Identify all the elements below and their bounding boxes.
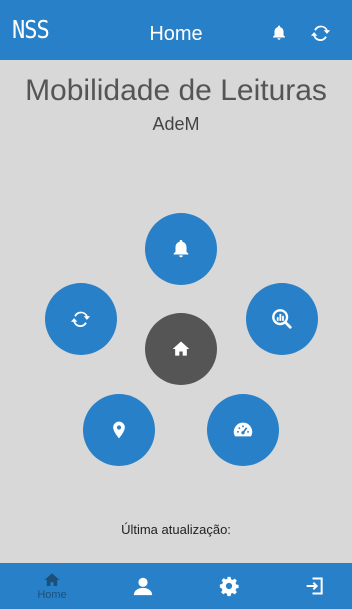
top-app-bar: NSS Home	[0, 0, 352, 60]
app-title: Mobilidade de Leituras	[25, 74, 327, 107]
meter-button[interactable]	[207, 394, 279, 466]
app-screen: NSS Home Mobilidade de Leituras AdeM Últ…	[0, 0, 352, 609]
speedometer-icon	[231, 419, 255, 441]
home-icon	[171, 339, 191, 359]
page-title: Home	[149, 23, 203, 45]
last-update-label: Última atualização:	[121, 522, 231, 537]
sync-button[interactable]	[45, 283, 117, 355]
location-button[interactable]	[83, 394, 155, 466]
bell-icon	[170, 238, 192, 260]
gear-icon	[218, 575, 240, 597]
logout-icon	[305, 576, 325, 596]
magnifier-chart-icon	[271, 308, 293, 330]
user-icon	[132, 575, 154, 597]
notifications-button[interactable]	[145, 213, 217, 285]
nav-settings[interactable]	[199, 563, 259, 609]
map-pin-icon	[109, 419, 129, 441]
bottom-navigation: Home	[0, 563, 352, 609]
sync-icon[interactable]	[310, 22, 332, 44]
home-icon	[42, 571, 62, 589]
nav-profile[interactable]	[113, 563, 173, 609]
app-subtitle: AdeM	[152, 114, 200, 134]
sync-icon	[70, 308, 92, 330]
analytics-button[interactable]	[246, 283, 318, 355]
bell-icon[interactable]	[268, 22, 290, 44]
nav-home-label: Home	[37, 589, 67, 601]
nav-home[interactable]: Home	[22, 563, 82, 609]
nav-logout[interactable]	[285, 563, 345, 609]
home-button[interactable]	[145, 313, 217, 385]
